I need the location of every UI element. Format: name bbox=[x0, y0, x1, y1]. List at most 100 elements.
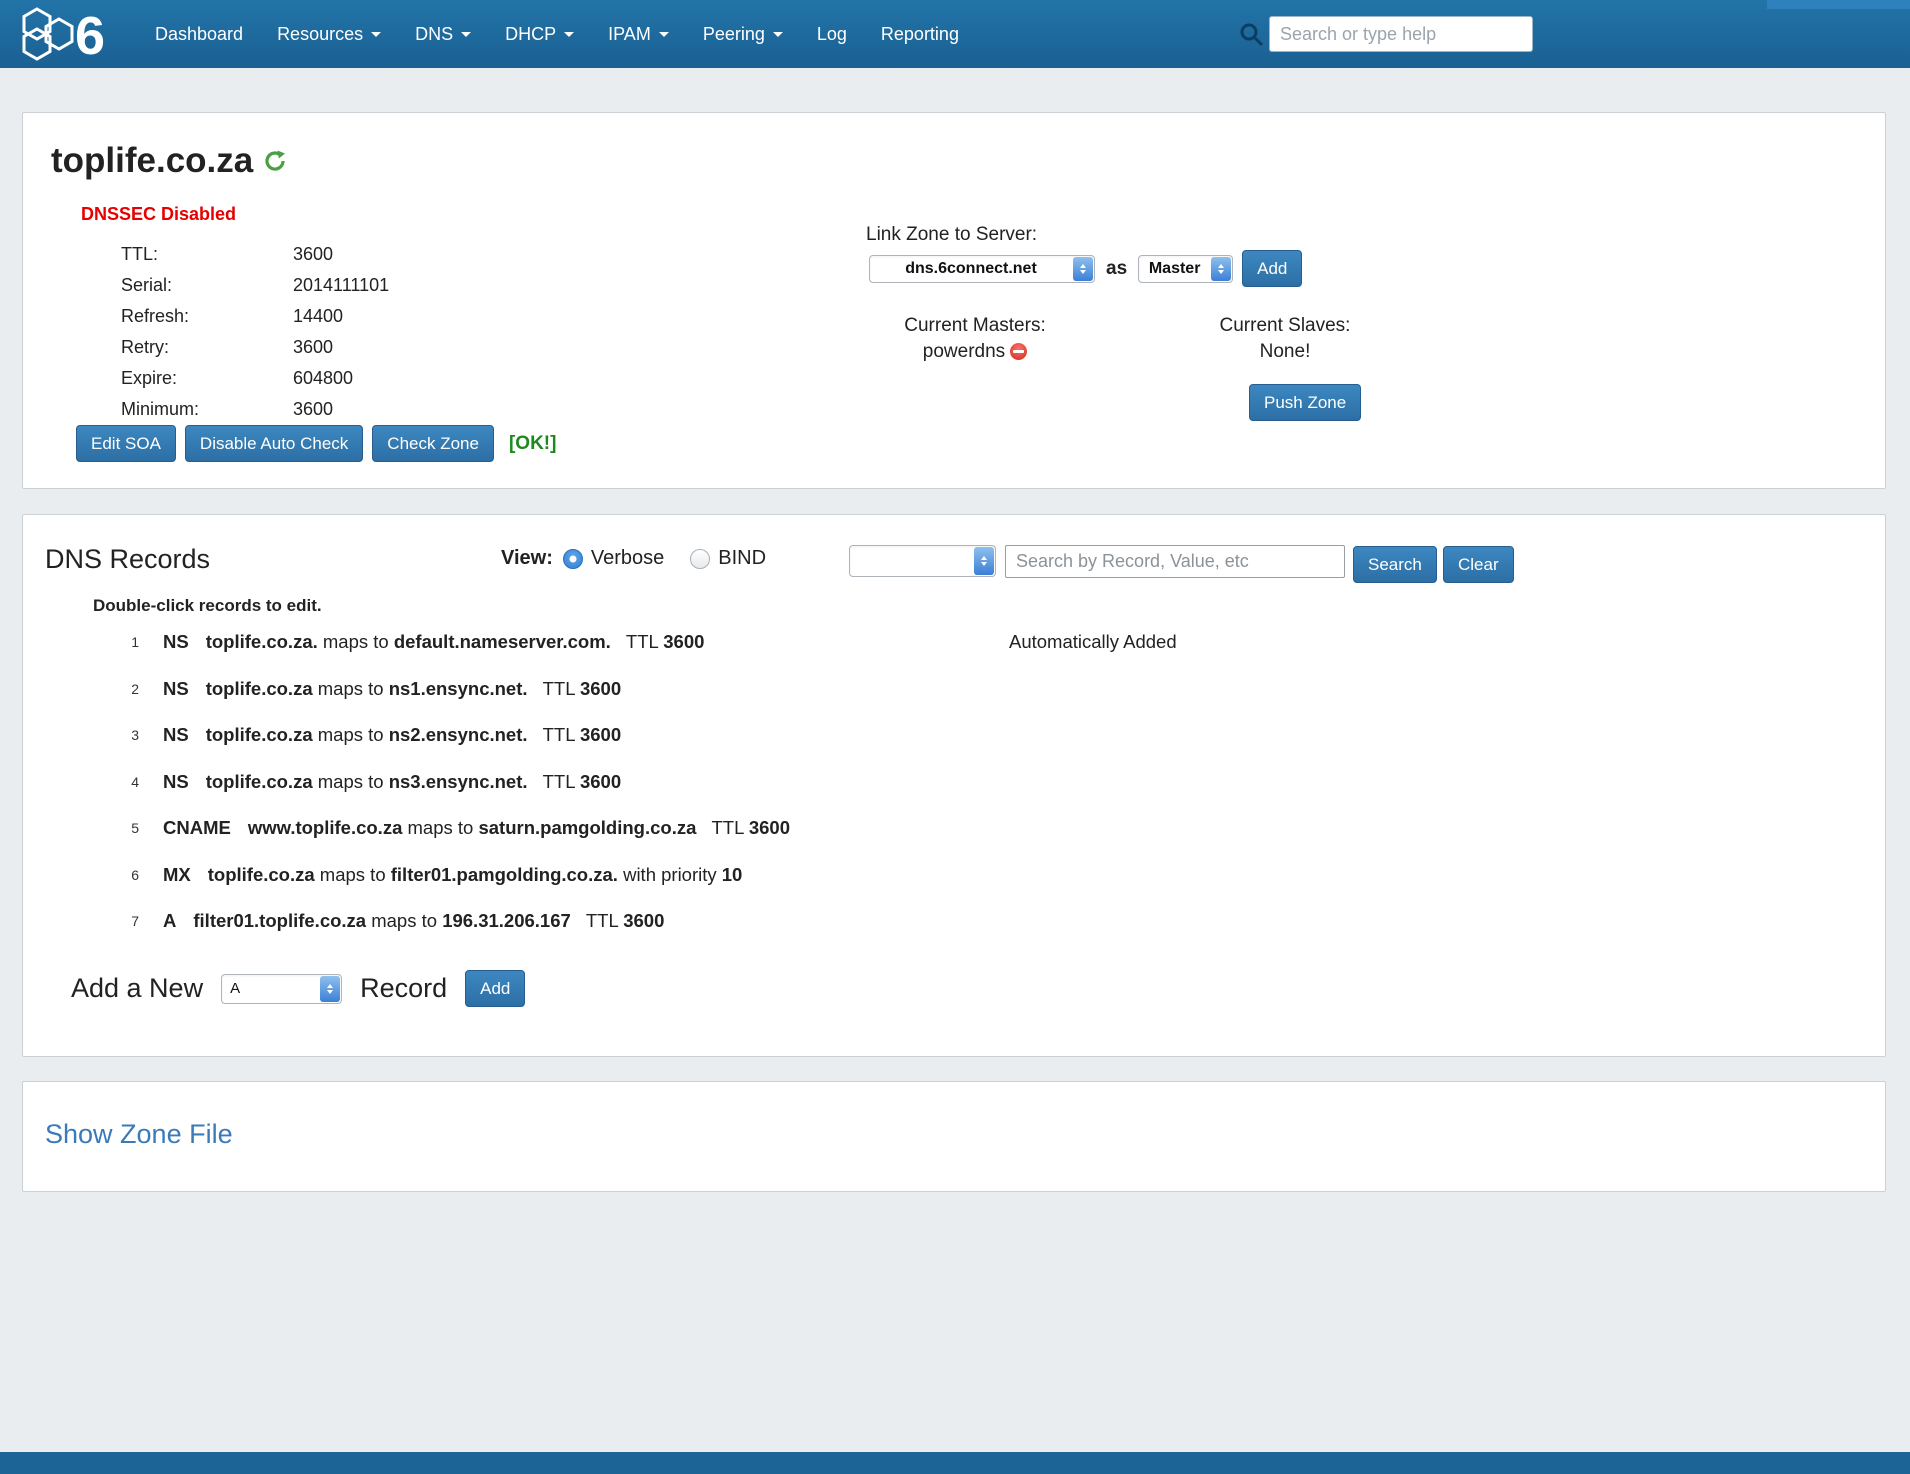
disable-auto-check-button[interactable]: Disable Auto Check bbox=[185, 425, 363, 462]
refresh-zone-icon[interactable] bbox=[263, 149, 287, 173]
role-select[interactable]: Master bbox=[1138, 255, 1233, 283]
soa-label: TTL: bbox=[121, 244, 293, 265]
record-tail-value: 10 bbox=[722, 864, 743, 885]
record-tail-label: TTL bbox=[696, 817, 748, 838]
remove-master-icon[interactable] bbox=[1010, 343, 1027, 360]
record-tail-value: 3600 bbox=[663, 631, 704, 652]
bind-radio-label[interactable]: BIND bbox=[718, 547, 766, 570]
nav-item-dns[interactable]: DNS bbox=[398, 0, 488, 68]
nav-item-dashboard[interactable]: Dashboard bbox=[138, 0, 260, 68]
soa-table: TTL: 3600 Serial:2014111101 Refresh:14400… bbox=[121, 239, 389, 425]
record-tail-value: 3600 bbox=[580, 771, 621, 792]
nav-item-label: Reporting bbox=[881, 24, 959, 45]
link-zone-row: dns.6connect.net as Master Add bbox=[869, 250, 1302, 287]
record-type: NS bbox=[163, 724, 189, 745]
record-type: MX bbox=[163, 864, 191, 885]
record-filter-select-value bbox=[850, 546, 973, 576]
record-search-input[interactable] bbox=[1005, 545, 1345, 578]
record-text: CNAMEwww.toplife.co.za maps to saturn.pa… bbox=[163, 817, 790, 839]
record-name: toplife.co.za. bbox=[206, 631, 318, 652]
nav-item-resources[interactable]: Resources bbox=[260, 0, 398, 68]
record-name: toplife.co.za bbox=[206, 724, 313, 745]
nav-item-log[interactable]: Log bbox=[800, 0, 864, 68]
record-tail-label: with priority bbox=[618, 864, 722, 885]
record-text: Afilter01.toplife.co.za maps to 196.31.2… bbox=[163, 910, 664, 932]
bind-radio[interactable] bbox=[690, 549, 710, 569]
record-target: ns1.ensync.net. bbox=[389, 678, 528, 699]
link-zone-add-button[interactable]: Add bbox=[1242, 250, 1302, 287]
nav-item-label: Dashboard bbox=[155, 24, 243, 45]
record-text: MXtoplife.co.za maps to filter01.pamgold… bbox=[163, 864, 742, 886]
server-select[interactable]: dns.6connect.net bbox=[869, 255, 1095, 283]
record-filter-select[interactable] bbox=[849, 545, 996, 577]
record-maps-label: maps to bbox=[315, 864, 391, 885]
record-name: toplife.co.za bbox=[206, 678, 313, 699]
record-tail-label: TTL bbox=[571, 910, 623, 931]
record-row[interactable]: 4 NStoplife.co.za maps to ns3.ensync.net… bbox=[23, 759, 1885, 806]
select-stepper-icon bbox=[974, 547, 994, 575]
nav-item-reporting[interactable]: Reporting bbox=[864, 0, 976, 68]
global-search-input[interactable] bbox=[1269, 16, 1533, 52]
record-row[interactable]: 5 CNAMEwww.toplife.co.za maps to saturn.… bbox=[23, 805, 1885, 852]
svg-text:6: 6 bbox=[75, 7, 105, 61]
nav-item-label: DHCP bbox=[505, 24, 556, 45]
app-logo[interactable]: 6 bbox=[0, 0, 138, 68]
record-maps-label: maps to bbox=[366, 910, 442, 931]
record-target: saturn.pamgolding.co.za bbox=[478, 817, 696, 838]
record-target: ns2.ensync.net. bbox=[389, 724, 528, 745]
nav-item-dhcp[interactable]: DHCP bbox=[488, 0, 591, 68]
record-maps-label: maps to bbox=[313, 771, 389, 792]
nav-item-label: Resources bbox=[277, 24, 363, 45]
add-new-record-row: Add a New A Record Add bbox=[71, 970, 525, 1007]
chevron-down-icon bbox=[371, 32, 381, 37]
record-clear-button[interactable]: Clear bbox=[1443, 546, 1514, 583]
record-row[interactable]: 1 NStoplife.co.za. maps to default.names… bbox=[23, 619, 1885, 666]
record-maps-label: maps to bbox=[402, 817, 478, 838]
record-target: ns3.ensync.net. bbox=[389, 771, 528, 792]
record-type-select[interactable]: A bbox=[221, 974, 342, 1004]
add-new-prefix: Add a New bbox=[71, 973, 203, 1004]
nav-item-label: Peering bbox=[703, 24, 765, 45]
verbose-radio-label[interactable]: Verbose bbox=[591, 547, 664, 570]
soa-label: Serial: bbox=[121, 275, 293, 296]
server-select-value: dns.6connect.net bbox=[870, 256, 1072, 282]
push-zone-button[interactable]: Push Zone bbox=[1249, 384, 1361, 421]
dns-records-panel: DNS Records View: Verbose BIND Search Cl… bbox=[22, 514, 1886, 1057]
current-slaves-label: Current Slaves: bbox=[1187, 313, 1383, 339]
nav-item-peering[interactable]: Peering bbox=[686, 0, 800, 68]
edit-soa-button[interactable]: Edit SOA bbox=[76, 425, 176, 462]
record-maps-label: maps to bbox=[313, 724, 389, 745]
soa-value: 3600 bbox=[293, 337, 333, 358]
soa-label: Retry: bbox=[121, 337, 293, 358]
soa-row: Serial:2014111101 bbox=[121, 270, 389, 301]
record-number: 5 bbox=[111, 820, 139, 836]
record-note: Automatically Added bbox=[1009, 631, 1177, 653]
record-text: NStoplife.co.za. maps to default.nameser… bbox=[163, 631, 704, 653]
current-masters-value: powerdns bbox=[923, 341, 1005, 362]
add-record-button[interactable]: Add bbox=[465, 970, 525, 1007]
as-label: as bbox=[1104, 258, 1129, 280]
check-zone-status: [OK!] bbox=[509, 433, 556, 455]
soa-row: Expire:604800 bbox=[121, 363, 389, 394]
record-type: NS bbox=[163, 631, 189, 652]
record-row[interactable]: 7 Afilter01.toplife.co.za maps to 196.31… bbox=[23, 898, 1885, 945]
record-search-button[interactable]: Search bbox=[1353, 546, 1437, 583]
record-maps-label: maps to bbox=[318, 631, 394, 652]
nav-item-label: DNS bbox=[415, 24, 453, 45]
current-masters-label: Current Masters: bbox=[871, 313, 1079, 339]
record-number: 3 bbox=[111, 727, 139, 743]
record-row[interactable]: 3 NS toplife.co.za maps to ns2.ensync.net… bbox=[23, 712, 1885, 759]
record-number: 4 bbox=[111, 774, 139, 790]
check-zone-button[interactable]: Check Zone bbox=[372, 425, 494, 462]
nav-item-ipam[interactable]: IPAM bbox=[591, 0, 686, 68]
record-number: 1 bbox=[111, 634, 139, 650]
view-label: View: bbox=[501, 547, 553, 570]
soa-row: Refresh:14400 bbox=[121, 301, 389, 332]
verbose-radio[interactable] bbox=[563, 549, 583, 569]
add-new-suffix: Record bbox=[360, 973, 447, 1004]
current-slaves-value: None! bbox=[1187, 339, 1383, 365]
record-row[interactable]: 6 MXtoplife.co.za maps to filter01.pamgo… bbox=[23, 852, 1885, 899]
record-row[interactable]: 2 NStoplife.co.za maps to ns1.ensync.net… bbox=[23, 666, 1885, 713]
show-zone-file-link[interactable]: Show Zone File bbox=[45, 1119, 233, 1150]
records-list: 1 NStoplife.co.za. maps to default.names… bbox=[23, 619, 1885, 945]
